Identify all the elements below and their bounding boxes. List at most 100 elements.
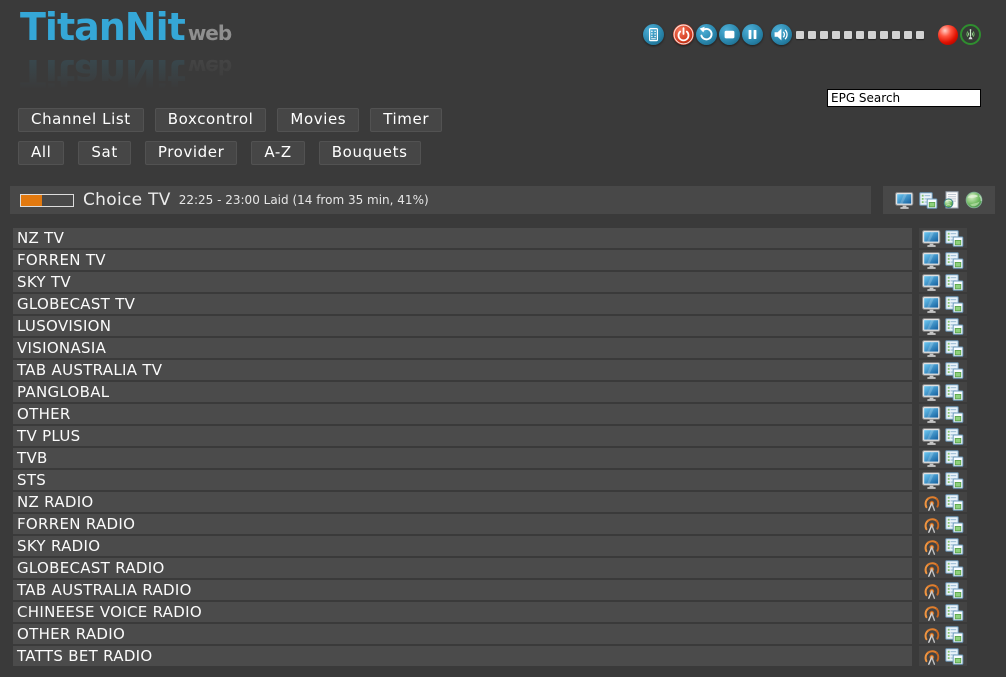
pause-icon[interactable] bbox=[742, 24, 763, 45]
epg-list-icon[interactable] bbox=[945, 252, 964, 269]
channel-row-bar[interactable]: STS bbox=[13, 470, 912, 490]
tv-screen-icon[interactable] bbox=[922, 230, 941, 247]
epg-list-icon[interactable] bbox=[945, 626, 964, 643]
tv-screen-icon[interactable] bbox=[922, 340, 941, 357]
nav-channel-list-button[interactable]: Channel List bbox=[18, 108, 144, 132]
nav-timer-button[interactable]: Timer bbox=[370, 108, 442, 132]
channel-row-bar[interactable]: TV PLUS bbox=[13, 426, 912, 446]
radio-icon[interactable] bbox=[922, 538, 941, 555]
epg-list-icon[interactable] bbox=[945, 318, 964, 335]
globe-icon[interactable] bbox=[965, 191, 983, 209]
epg-list-icon[interactable] bbox=[945, 516, 964, 533]
filter-provider-button[interactable]: Provider bbox=[145, 141, 238, 165]
channel-name: OTHER RADIO bbox=[13, 624, 912, 644]
tv-screen-icon[interactable] bbox=[922, 362, 941, 379]
epg-list-icon[interactable] bbox=[945, 340, 964, 357]
radio-icon[interactable] bbox=[922, 494, 941, 511]
stop-icon[interactable] bbox=[719, 24, 740, 45]
filter-sat-button[interactable]: Sat bbox=[78, 141, 130, 165]
radio-icon[interactable] bbox=[922, 626, 941, 643]
radio-icon[interactable] bbox=[922, 648, 941, 665]
epg-search-input[interactable] bbox=[827, 89, 981, 107]
epg-list-icon[interactable] bbox=[945, 406, 964, 423]
tv-screen-icon[interactable] bbox=[922, 450, 941, 467]
epg-list-icon[interactable] bbox=[945, 472, 964, 489]
volume-segment bbox=[916, 31, 924, 39]
tv-screen-icon[interactable] bbox=[922, 252, 941, 269]
channel-row-bar[interactable]: SKY RADIO bbox=[13, 536, 912, 556]
channel-name: FORREN TV bbox=[13, 250, 912, 270]
radio-icon[interactable] bbox=[922, 560, 941, 577]
tv-screen-icon[interactable] bbox=[922, 384, 941, 401]
epg-list-icon[interactable] bbox=[945, 296, 964, 313]
signal-icon[interactable] bbox=[960, 24, 981, 45]
channel-row-bar[interactable]: CHINEESE VOICE RADIO bbox=[13, 602, 912, 622]
channel-row-bar[interactable]: OTHER RADIO bbox=[13, 624, 912, 644]
tv-screen-icon[interactable] bbox=[922, 318, 941, 335]
channel-row-bar[interactable]: TATTS BET RADIO bbox=[13, 646, 912, 666]
radio-icon[interactable] bbox=[922, 604, 941, 621]
channel-row-actions bbox=[919, 470, 967, 490]
epg-list-icon[interactable] bbox=[945, 538, 964, 555]
volume-icon[interactable] bbox=[771, 24, 792, 45]
channel-row-actions bbox=[919, 426, 967, 446]
epg-list-icon[interactable] bbox=[945, 494, 964, 511]
channel-row-bar[interactable]: VISIONASIA bbox=[13, 338, 912, 358]
radio-icon[interactable] bbox=[922, 582, 941, 599]
epg-list-icon[interactable] bbox=[945, 428, 964, 445]
channel-row-bar[interactable]: TVB bbox=[13, 448, 912, 468]
channel-name: FORREN RADIO bbox=[13, 514, 912, 534]
epg-list-icon[interactable] bbox=[945, 230, 964, 247]
keypad-icon[interactable] bbox=[643, 24, 664, 45]
channel-row: FORREN TV bbox=[13, 250, 967, 270]
channel-row: PANGLOBAL bbox=[13, 382, 967, 402]
channel-row-bar[interactable]: FORREN RADIO bbox=[13, 514, 912, 534]
epg-list-icon[interactable] bbox=[945, 648, 964, 665]
channel-name: PANGLOBAL bbox=[13, 382, 912, 402]
volume-bar[interactable] bbox=[796, 31, 924, 39]
nav-movies-button[interactable]: Movies bbox=[277, 108, 359, 132]
channel-row-bar[interactable]: FORREN TV bbox=[13, 250, 912, 270]
tv-screen-icon[interactable] bbox=[922, 274, 941, 291]
tv-screen-icon[interactable] bbox=[895, 192, 914, 209]
tv-screen-icon[interactable] bbox=[922, 406, 941, 423]
epg-list-icon[interactable] bbox=[945, 274, 964, 291]
filter-bouquets-button[interactable]: Bouquets bbox=[319, 141, 421, 165]
channel-row: OTHER bbox=[13, 404, 967, 424]
restart-icon[interactable] bbox=[696, 24, 717, 45]
channel-row-bar[interactable]: NZ TV bbox=[13, 228, 912, 248]
radio-icon[interactable] bbox=[922, 516, 941, 533]
channel-row-bar[interactable]: PANGLOBAL bbox=[13, 382, 912, 402]
channel-name: NZ RADIO bbox=[13, 492, 912, 512]
epg-list-icon[interactable] bbox=[945, 604, 964, 621]
channel-row-bar[interactable]: TAB AUSTRALIA RADIO bbox=[13, 580, 912, 600]
channel-row-bar[interactable]: GLOBECAST TV bbox=[13, 294, 912, 314]
channel-row-actions bbox=[919, 492, 967, 512]
record-icon[interactable] bbox=[938, 25, 958, 45]
channel-row-bar[interactable]: LUSOVISION bbox=[13, 316, 912, 336]
tv-screen-icon[interactable] bbox=[922, 296, 941, 313]
tv-screen-icon[interactable] bbox=[922, 472, 941, 489]
epg-list-icon[interactable] bbox=[945, 560, 964, 577]
channel-row-bar[interactable]: NZ RADIO bbox=[13, 492, 912, 512]
channel-row: LUSOVISION bbox=[13, 316, 967, 336]
tv-screen-icon[interactable] bbox=[922, 428, 941, 445]
nav-boxcontrol-button[interactable]: Boxcontrol bbox=[155, 108, 267, 132]
filter-all-button[interactable]: All bbox=[18, 141, 64, 165]
channel-name: OTHER bbox=[13, 404, 912, 424]
power-icon[interactable] bbox=[673, 24, 694, 45]
brand-suffix-text: web bbox=[188, 21, 231, 45]
epg-list-icon[interactable] bbox=[945, 450, 964, 467]
channel-name: SKY RADIO bbox=[13, 536, 912, 556]
epg-list-icon[interactable] bbox=[919, 192, 938, 209]
web-epg-icon[interactable] bbox=[943, 191, 960, 209]
channel-row-bar[interactable]: OTHER bbox=[13, 404, 912, 424]
epg-list-icon[interactable] bbox=[945, 384, 964, 401]
channel-row-bar[interactable]: TAB AUSTRALIA TV bbox=[13, 360, 912, 380]
channel-row-bar[interactable]: SKY TV bbox=[13, 272, 912, 292]
channel-row-bar[interactable]: GLOBECAST RADIO bbox=[13, 558, 912, 578]
epg-list-icon[interactable] bbox=[945, 582, 964, 599]
filter-az-button[interactable]: A-Z bbox=[251, 141, 304, 165]
channel-row-actions bbox=[919, 536, 967, 556]
epg-list-icon[interactable] bbox=[945, 362, 964, 379]
